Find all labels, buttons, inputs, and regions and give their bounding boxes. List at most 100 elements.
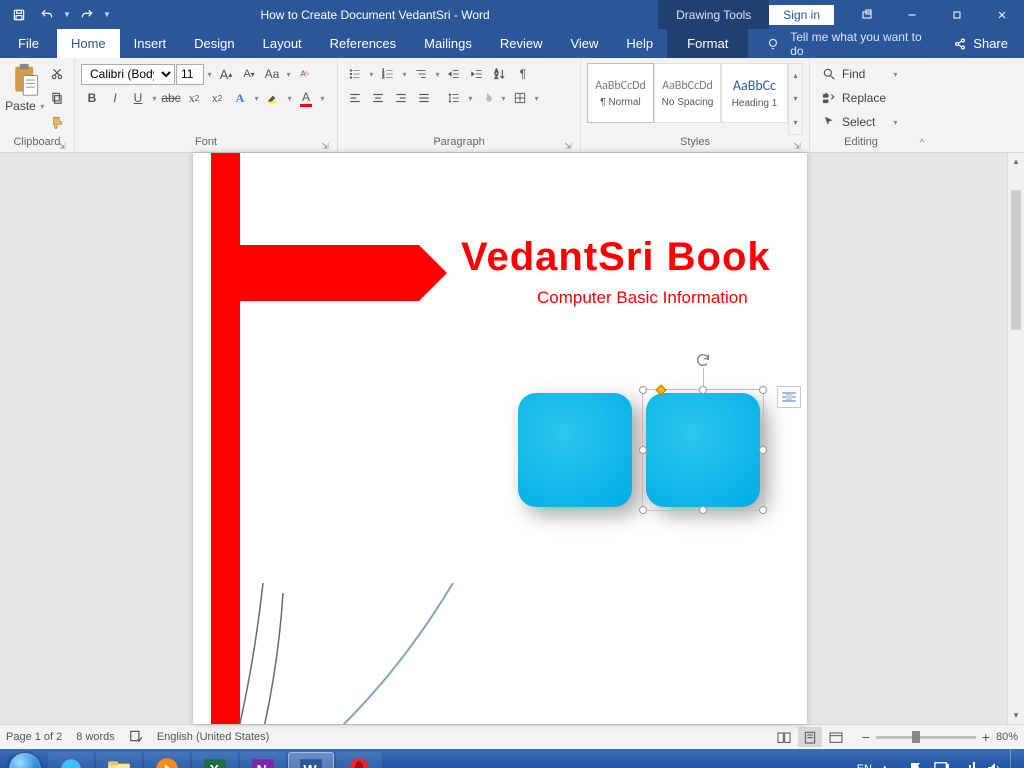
read-mode-button[interactable] [772, 727, 796, 747]
change-case-button[interactable]: Aa [261, 63, 283, 85]
tab-references[interactable]: References [316, 29, 410, 58]
superscript-button[interactable]: x2 [206, 87, 228, 109]
rounded-rectangle-shape-1[interactable] [518, 393, 632, 507]
resize-handle-mr[interactable] [759, 446, 767, 454]
clipboard-launcher[interactable]: ⇲ [56, 139, 68, 151]
tab-review[interactable]: Review [486, 29, 557, 58]
styles-launcher[interactable]: ⇲ [791, 139, 803, 151]
tab-layout[interactable]: Layout [249, 29, 316, 58]
tab-home[interactable]: Home [57, 29, 120, 58]
taskbar-opera[interactable] [336, 752, 382, 768]
tab-help[interactable]: Help [612, 29, 667, 58]
tray-flag-icon[interactable] [908, 761, 924, 768]
styles-scroll-down[interactable]: ▾ [789, 87, 802, 110]
highlight-button[interactable] [262, 87, 284, 109]
text-effects-button[interactable]: A [229, 87, 251, 109]
tray-language[interactable]: EN [857, 763, 872, 768]
scroll-up-button[interactable]: ▴ [1008, 153, 1024, 170]
cut-button[interactable] [46, 63, 68, 85]
strikethrough-button[interactable]: abc [160, 87, 182, 109]
status-words[interactable]: 8 words [76, 731, 115, 743]
rotate-handle[interactable] [695, 352, 711, 368]
maximize-button[interactable] [934, 0, 979, 29]
align-left-button[interactable] [344, 87, 366, 109]
sign-in-button[interactable]: Sign in [769, 5, 834, 25]
zoom-out-button[interactable]: − [862, 729, 870, 745]
save-icon[interactable] [6, 3, 32, 27]
font-size-input[interactable] [176, 64, 204, 85]
tab-mailings[interactable]: Mailings [410, 29, 486, 58]
replace-button[interactable]: abacReplace [820, 87, 902, 109]
ribbon-display-options-icon[interactable] [844, 0, 889, 29]
styles-scroll-up[interactable]: ▴ [789, 64, 802, 87]
multilevel-list-button[interactable] [410, 63, 432, 85]
align-center-button[interactable] [367, 87, 389, 109]
adjustment-handle[interactable] [655, 384, 666, 395]
grow-font-button[interactable]: A▴ [215, 63, 237, 85]
bold-button[interactable]: B [81, 87, 103, 109]
taskbar-explorer[interactable] [96, 752, 142, 768]
find-button[interactable]: Find▾ [820, 63, 902, 85]
style-no-spacing[interactable]: AaBbCcDdNo Spacing [654, 63, 721, 123]
tab-insert[interactable]: Insert [120, 29, 181, 58]
resize-handle-bm[interactable] [699, 506, 707, 514]
status-page[interactable]: Page 1 of 2 [6, 731, 62, 743]
resize-handle-bl[interactable] [639, 506, 647, 514]
taskbar-word[interactable]: W [288, 752, 334, 768]
style-heading-1[interactable]: AaBbCcHeading 1 [721, 63, 788, 123]
layout-options-button[interactable] [777, 386, 801, 408]
tray-network-icon[interactable] [960, 761, 976, 768]
align-right-button[interactable] [390, 87, 412, 109]
line-spacing-button[interactable] [443, 87, 465, 109]
tray-chevron-icon[interactable]: ▴ [882, 761, 898, 768]
tab-file[interactable]: File [0, 29, 57, 58]
select-button[interactable]: Select▾ [820, 111, 902, 133]
zoom-slider[interactable] [876, 736, 976, 739]
italic-button[interactable]: I [104, 87, 126, 109]
qat-customize[interactable]: ▼ [102, 10, 112, 19]
status-language[interactable]: English (United States) [157, 731, 270, 743]
font-color-button[interactable]: A [295, 87, 317, 109]
tab-view[interactable]: View [556, 29, 612, 58]
redo-icon[interactable] [74, 3, 100, 27]
taskbar-media-player[interactable] [144, 752, 190, 768]
decrease-indent-button[interactable] [443, 63, 465, 85]
undo-dropdown[interactable]: ▼ [62, 10, 72, 19]
share-button[interactable]: Share [937, 29, 1024, 58]
clear-formatting-button[interactable]: A [294, 63, 316, 85]
font-launcher[interactable]: ⇲ [319, 139, 331, 151]
numbering-button[interactable]: 123 [377, 63, 399, 85]
font-size-dropdown[interactable]: ▾ [205, 70, 214, 79]
zoom-in-button[interactable]: + [982, 729, 990, 745]
styles-expand[interactable]: ▾ [789, 111, 802, 134]
resize-handle-ml[interactable] [639, 446, 647, 454]
scroll-down-button[interactable]: ▾ [1008, 707, 1024, 724]
tray-battery-icon[interactable] [934, 761, 950, 768]
sort-button[interactable]: AZ [489, 63, 511, 85]
vertical-scrollbar[interactable]: ▴ ▾ [1007, 153, 1024, 724]
borders-button[interactable] [509, 87, 531, 109]
close-button[interactable] [979, 0, 1024, 29]
subscript-button[interactable]: x2 [183, 87, 205, 109]
show-desktop-button[interactable] [1010, 749, 1020, 768]
zoom-level[interactable]: 80% [996, 731, 1018, 743]
bullets-button[interactable] [344, 63, 366, 85]
start-button[interactable] [4, 752, 46, 768]
taskbar-onenote[interactable]: N [240, 752, 286, 768]
tab-design[interactable]: Design [180, 29, 248, 58]
web-layout-button[interactable] [824, 727, 848, 747]
format-painter-button[interactable] [46, 111, 68, 133]
tell-me-search[interactable]: Tell me what you want to do [748, 29, 937, 58]
increase-indent-button[interactable] [466, 63, 488, 85]
show-marks-button[interactable]: ¶ [512, 63, 534, 85]
collapse-ribbon-button[interactable]: ^ [912, 58, 932, 152]
paragraph-launcher[interactable]: ⇲ [562, 139, 574, 151]
shading-button[interactable] [476, 87, 498, 109]
underline-button[interactable]: U [127, 87, 149, 109]
resize-handle-tm[interactable] [699, 386, 707, 394]
print-layout-button[interactable] [798, 727, 822, 747]
tray-volume-icon[interactable] [986, 761, 1002, 768]
resize-handle-br[interactable] [759, 506, 767, 514]
paste-button[interactable]: Paste▾ [6, 61, 46, 113]
resize-handle-tr[interactable] [759, 386, 767, 394]
